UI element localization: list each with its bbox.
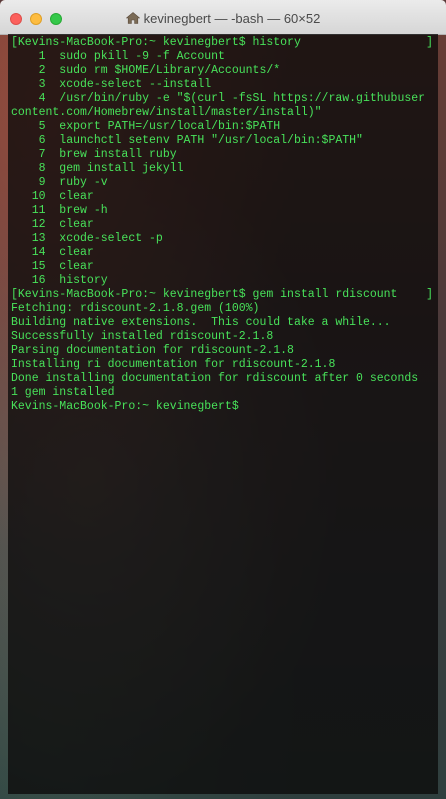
title-bar[interactable]: kevinegbert — -bash — 60×52: [0, 0, 446, 35]
terminal-line: 14 clear: [11, 246, 94, 259]
terminal-output[interactable]: ] ] [Kevins-MacBook-Pro:~ kevinegbert$ h…: [8, 34, 438, 794]
terminal-line: [Kevins-MacBook-Pro:~ kevinegbert$ histo…: [11, 36, 301, 49]
terminal-window: kevinegbert — -bash — 60×52 ] ] [Kevins-…: [0, 0, 446, 799]
terminal-line: Parsing documentation for rdiscount-2.1.…: [11, 344, 294, 357]
terminal-line: 3 xcode-select --install: [11, 78, 212, 91]
terminal-line: 1 gem installed: [11, 386, 115, 399]
terminal-line: 1 sudo pkill -9 -f Account: [11, 50, 225, 63]
terminal-line: Successfully installed rdiscount-2.1.8: [11, 330, 274, 343]
terminal-line: [Kevins-MacBook-Pro:~ kevinegbert$ gem i…: [11, 288, 398, 301]
terminal-line: 16 history: [11, 274, 108, 287]
terminal-line: Building native extensions. This could t…: [11, 316, 391, 329]
line-bracket-marker: ]: [426, 288, 433, 301]
terminal-line: 4 /usr/bin/ruby -e "$(curl -fsSL https:/…: [11, 92, 426, 105]
terminal-line: 12 clear: [11, 218, 94, 231]
window-title: kevinegbert — -bash — 60×52: [0, 11, 446, 26]
terminal-line: Done installing documentation for rdisco…: [11, 372, 419, 385]
home-folder-icon: [125, 12, 140, 24]
terminal-line: 11 brew -h: [11, 204, 108, 217]
terminal-line: content.com/Homebrew/install/master/inst…: [11, 106, 322, 119]
line-bracket-marker: ]: [426, 36, 433, 49]
terminal-line: Fetching: rdiscount-2.1.8.gem (100%): [11, 302, 260, 315]
terminal-line: 7 brew install ruby: [11, 148, 177, 161]
terminal-line: Installing ri documentation for rdiscoun…: [11, 358, 336, 371]
terminal-line: 8 gem install jekyll: [11, 162, 184, 175]
terminal-line: 5 export PATH=/usr/local/bin:$PATH: [11, 120, 281, 133]
terminal-line: 2 sudo rm $HOME/Library/Accounts/*: [11, 64, 281, 77]
terminal-line: 10 clear: [11, 190, 94, 203]
terminal-line: 15 clear: [11, 260, 94, 273]
terminal-line: 13 xcode-select -p: [11, 232, 163, 245]
terminal-line: 9 ruby -v: [11, 176, 108, 189]
window-title-text: kevinegbert — -bash — 60×52: [143, 11, 321, 26]
terminal-line: 6 launchctl setenv PATH "/usr/local/bin:…: [11, 134, 363, 147]
terminal-prompt[interactable]: Kevins-MacBook-Pro:~ kevinegbert$: [11, 400, 438, 414]
